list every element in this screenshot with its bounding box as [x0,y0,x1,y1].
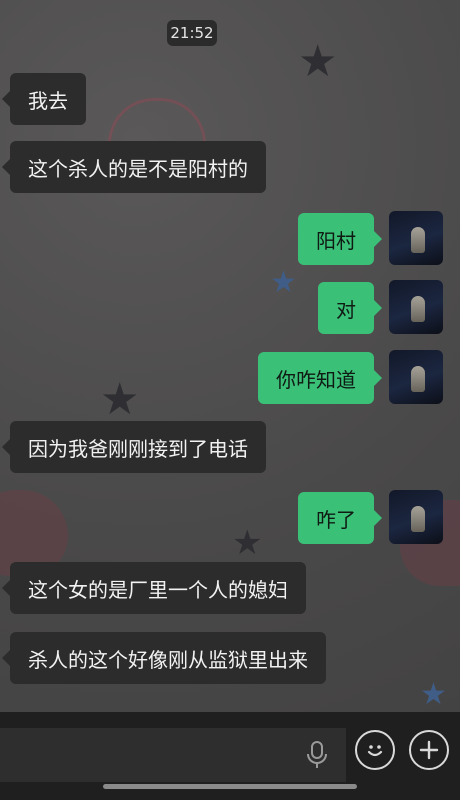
star-decoration: ★ [232,523,263,563]
user-avatar[interactable] [389,350,443,404]
outgoing-message-bubble[interactable]: 你咋知道 [258,352,382,404]
emoji-button[interactable] [355,730,395,770]
incoming-message-bubble[interactable]: 因为我爸刚刚接到了电话 [2,421,266,473]
message-text: 这个女的是厂里一个人的媳妇 [28,577,288,602]
home-indicator[interactable] [103,784,357,789]
message-text: 咋了 [316,507,356,532]
microphone-icon[interactable] [305,740,329,770]
user-avatar[interactable] [389,280,443,334]
avatar-figure [411,366,425,392]
outgoing-message-bubble[interactable]: 阳村 [298,213,382,265]
star-decoration: ★ [420,677,447,712]
message-text: 杀人的这个好像刚从监狱里出来 [28,647,308,672]
star-decoration: ★ [270,265,297,300]
user-avatar[interactable] [389,490,443,544]
user-avatar[interactable] [389,211,443,265]
star-decoration: ★ [100,374,140,425]
avatar-figure [411,296,425,322]
plus-icon [419,740,439,760]
message-input[interactable] [0,728,346,782]
more-button[interactable] [409,730,449,770]
star-decoration: ★ [298,36,338,87]
emoji-icon [367,745,383,757]
outgoing-message-bubble[interactable]: 咋了 [298,492,382,544]
message-text: 我去 [28,88,68,113]
incoming-message-bubble[interactable]: 杀人的这个好像刚从监狱里出来 [2,632,326,684]
incoming-message-bubble[interactable]: 我去 [2,73,86,125]
timestamp-pill: 21:52 [167,20,217,46]
avatar-figure [411,227,425,253]
message-text: 这个杀人的是不是阳村的 [28,156,248,181]
message-text: 因为我爸刚刚接到了电话 [28,436,248,461]
avatar-figure [411,506,425,532]
incoming-message-bubble[interactable]: 这个杀人的是不是阳村的 [2,141,266,193]
outgoing-message-bubble[interactable]: 对 [318,282,382,334]
message-text: 你咋知道 [276,367,356,392]
message-text: 对 [336,297,356,322]
message-text: 阳村 [316,228,356,253]
incoming-message-bubble[interactable]: 这个女的是厂里一个人的媳妇 [2,562,306,614]
